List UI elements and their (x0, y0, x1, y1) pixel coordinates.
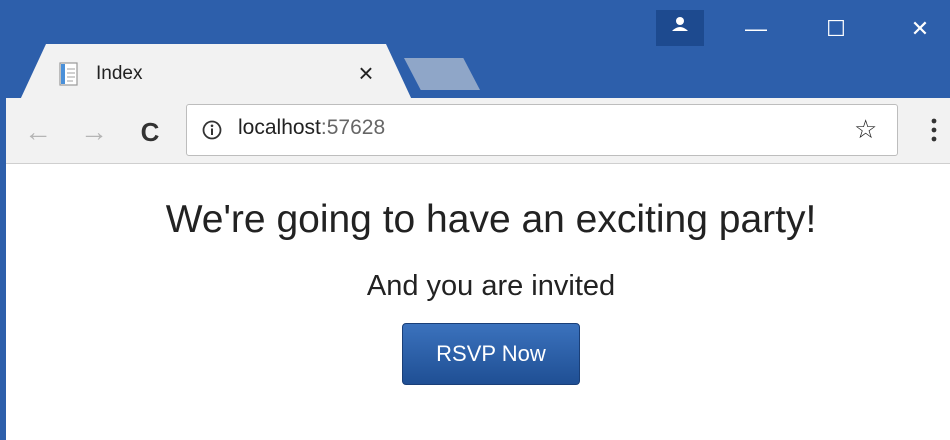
rsvp-button[interactable]: RSVP Now (402, 323, 580, 385)
browser-menu-icon[interactable] (922, 112, 946, 148)
url-text: localhost:57628 (238, 116, 385, 140)
page-subheading: And you are invited (366, 270, 616, 302)
maximize-button[interactable]: ☐ (806, 10, 866, 48)
info-icon[interactable] (202, 120, 222, 140)
reload-button[interactable]: C (132, 114, 168, 150)
bookmark-star-icon[interactable]: ☆ (854, 114, 877, 144)
document-icon (59, 62, 78, 86)
back-button[interactable]: ← (20, 114, 56, 150)
user-icon (672, 17, 688, 31)
tab-title: Index (96, 63, 143, 84)
close-tab-icon[interactable]: × (351, 58, 381, 88)
close-window-button[interactable]: ✕ (890, 10, 950, 48)
page-heading: We're going to have an exciting party! (165, 198, 817, 241)
url-port: :57628 (320, 116, 386, 139)
minimize-button[interactable]: — (726, 10, 786, 48)
url-host: localhost (238, 116, 321, 139)
browser-window: Index × — ☐ ✕ ← → C localhost:57628 ☆ We… (0, 0, 950, 440)
user-profile-button[interactable] (656, 10, 704, 46)
forward-button[interactable]: → (76, 114, 112, 150)
